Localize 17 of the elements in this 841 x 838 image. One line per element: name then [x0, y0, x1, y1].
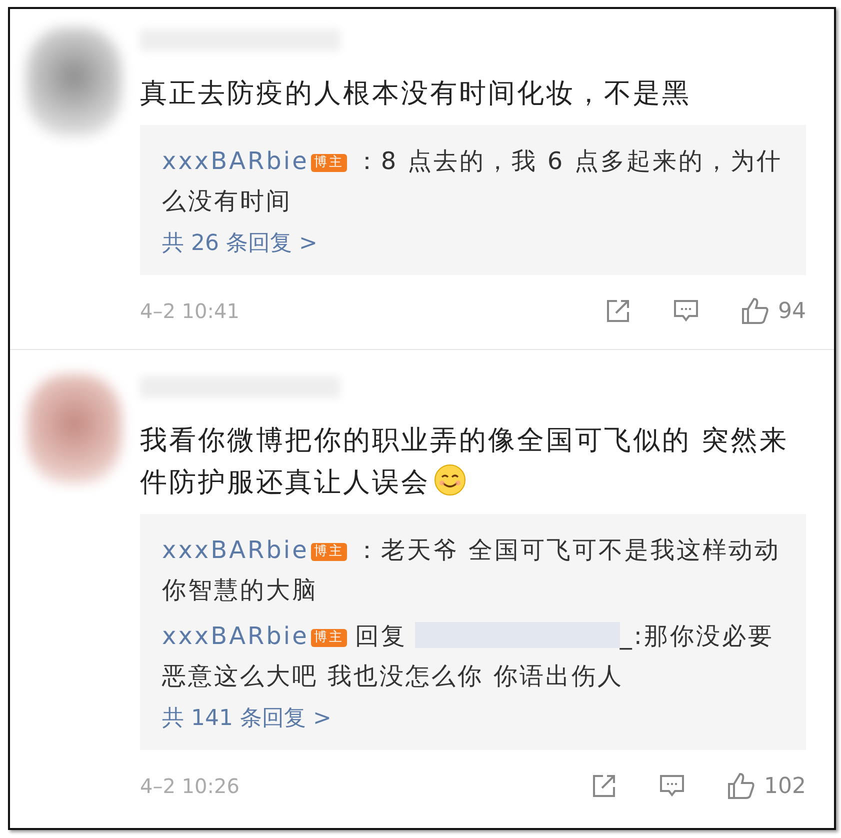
- reply-text: xxxBARbie 博主 ：8 点去的，我 6 点多起来的，为什么没有时间: [162, 146, 784, 217]
- thumbs-up-icon[interactable]: [740, 296, 770, 326]
- reply-text: xxxBARbie 博主 回复 _:那你没必要恶意这么大吧 我也没怎么你 你语出伤人: [162, 621, 775, 692]
- share-icon[interactable]: [590, 772, 618, 800]
- avatar[interactable]: [26, 374, 122, 484]
- comment-text: 我看你微博把你的职业弄的像全国可飞似的 突然来件防护服还真让人误会: [140, 424, 790, 500]
- timestamp: 4–2 10:41: [140, 299, 240, 323]
- like-count: 102: [764, 774, 806, 798]
- reply-text: xxxBARbie 博主 ：老天爷 全国可飞可不是我这样动动你智慧的大脑: [162, 535, 782, 606]
- comment-text: 真正去防疫的人根本没有时间化妆，不是黑: [140, 77, 692, 111]
- like-count: 94: [778, 298, 806, 324]
- timestamp: 4–2 10:26: [140, 774, 240, 798]
- more-replies-link[interactable]: 共 26 条回复 >: [162, 227, 318, 261]
- thumbs-up-icon[interactable]: [726, 771, 756, 801]
- share-icon[interactable]: [604, 297, 632, 325]
- smiley-icon: [434, 464, 466, 496]
- more-replies-link[interactable]: 共 141 条回复 >: [162, 702, 332, 736]
